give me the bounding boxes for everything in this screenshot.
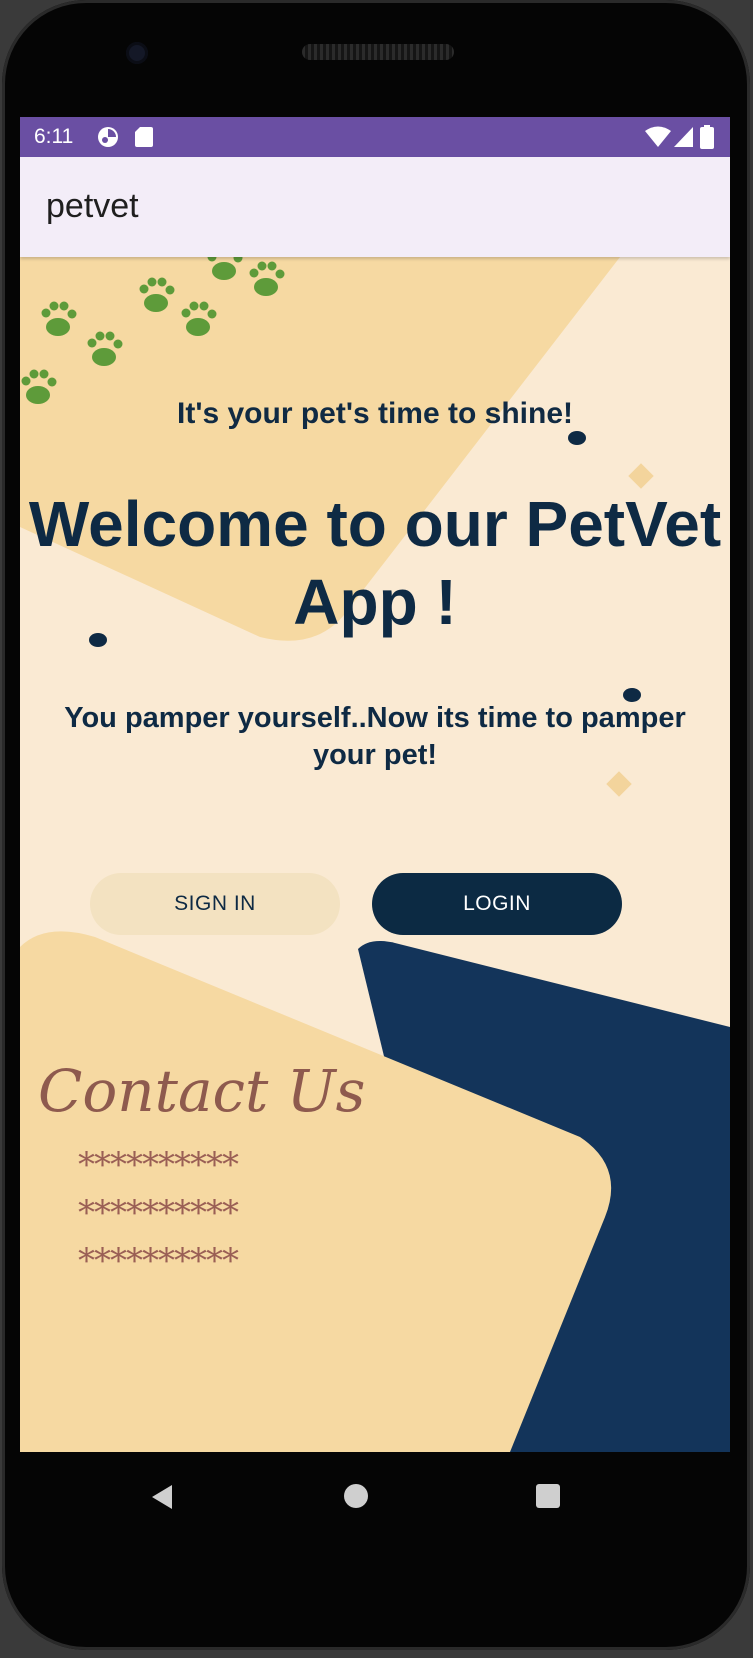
sign-in-button[interactable]: SIGN IN [90,873,340,935]
home-icon[interactable] [344,1484,368,1508]
welcome-heading-line1: Welcome to our PetVet [28,488,722,560]
tagline-text: It's your pet's time to shine! [177,397,573,430]
wifi-icon [645,126,671,147]
welcome-content: It's your pet's time to shine! Welcome t… [20,257,730,1452]
contact-line-1: ********** [78,1145,239,1185]
pamper-text: You pamper yourself..Now its time to pam… [30,700,720,774]
contact-line-2: ********** [78,1193,239,1233]
battery-icon [700,125,714,149]
sd-card-icon [135,127,153,147]
app-screen: 6:11 petvet It's your pet's time to shin… [20,117,730,1452]
app-title: petvet [46,187,139,225]
status-bar: 6:11 [20,117,730,157]
pamper-text-line2: your pet! [312,739,438,771]
back-icon[interactable] [150,1484,174,1510]
welcome-heading: Welcome to our PetVet App ! [20,485,730,641]
status-time: 6:11 [34,125,74,148]
welcome-heading-line2: App ! [293,566,457,638]
recents-icon[interactable] [536,1484,560,1508]
notification-app-icon [98,127,118,147]
signal-icon [674,127,693,147]
front-camera [126,42,148,64]
phone-frame: 6:11 petvet It's your pet's time to shin… [2,0,750,1650]
app-bar: petvet [20,157,730,257]
contact-line-3: ********** [78,1241,239,1281]
system-navigation-bar [20,1452,730,1542]
earpiece-speaker [302,44,454,60]
login-button[interactable]: LOGIN [372,873,622,935]
pamper-text-line1: You pamper yourself..Now its time to pam… [64,702,686,734]
contact-us-heading: Contact Us [38,1057,366,1125]
